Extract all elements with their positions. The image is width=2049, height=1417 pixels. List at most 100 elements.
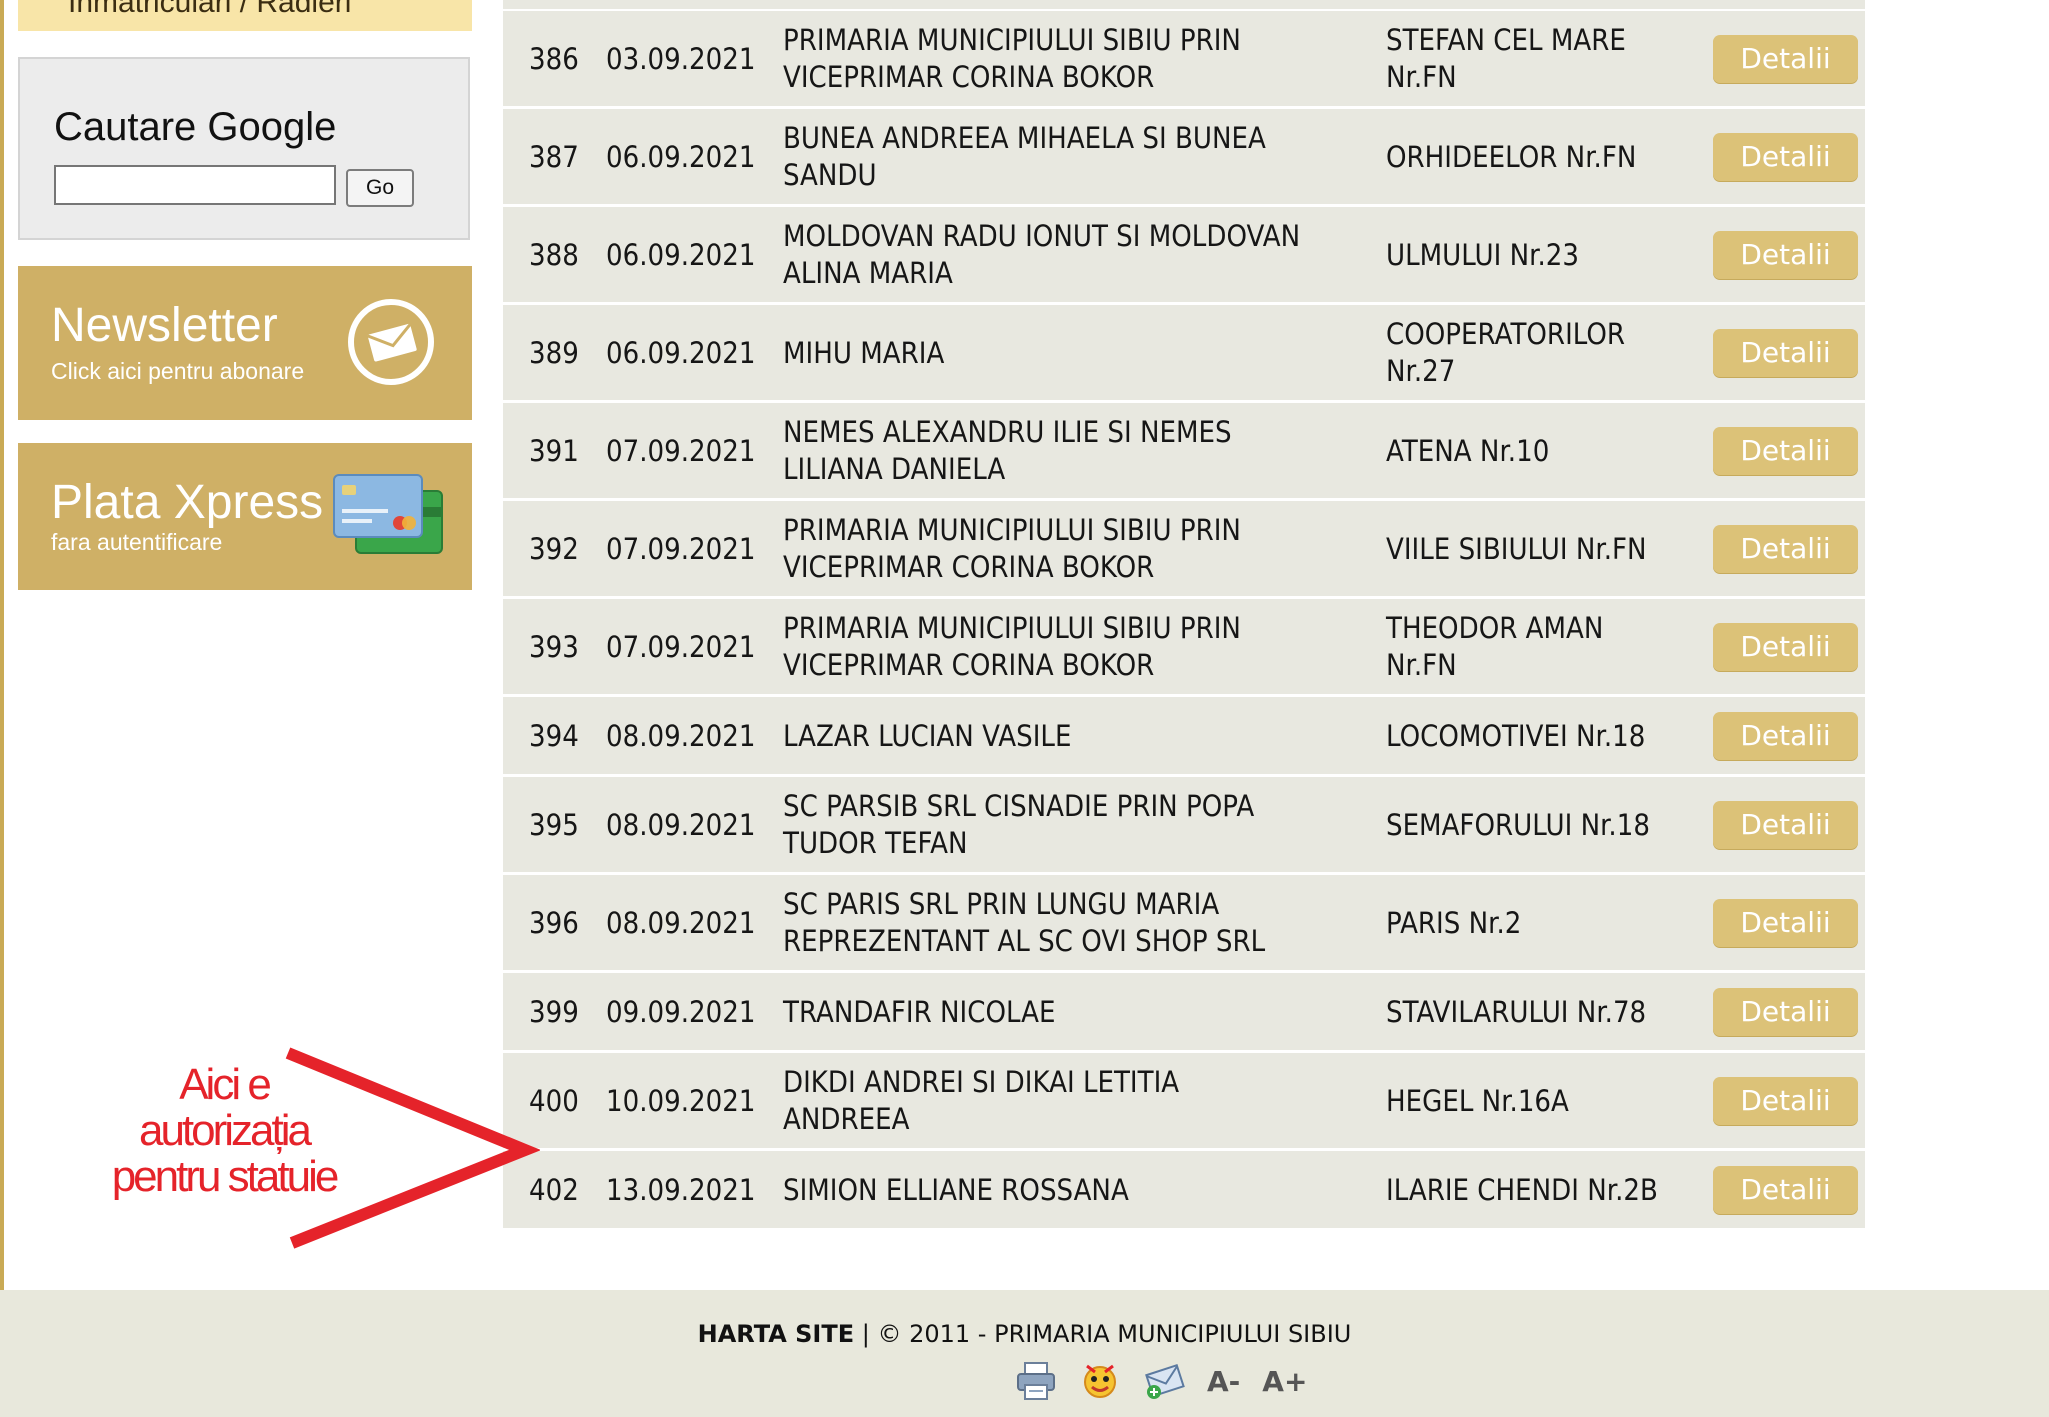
detalii-button[interactable]: Detalii [1713, 1165, 1858, 1214]
row-applicant: REPREZENTANT AL SC OVI SHOP SRL [783, 923, 1266, 958]
sidebar-item-label: Inmatriculari / Radieri [68, 0, 352, 19]
row-address: ORHIDEELOR Nr.FN [1386, 139, 1637, 174]
detalii-button[interactable]: Detalii [1713, 524, 1858, 573]
font-smaller-button[interactable]: A- [1207, 1365, 1240, 1398]
google-search-title: Cautare Google [54, 105, 337, 149]
row-number: 389 [529, 335, 579, 370]
copyright-text: | © 2011 - PRIMARIA MUNICIPIULUI SIBIU [861, 1320, 1352, 1348]
row-number: 399 [529, 994, 579, 1029]
newsletter-title: Newsletter [51, 299, 278, 352]
plata-subtitle: fara autentificare [51, 529, 223, 555]
print-icon[interactable] [1015, 1360, 1057, 1402]
footer: HARTA SITE | © 2011 - PRIMARIA MUNICIPIU… [0, 1290, 2049, 1417]
row-date: 10.09.2021 [606, 1083, 756, 1118]
detalii-button[interactable]: Detalii [1713, 622, 1858, 671]
row-applicant: BUNEA ANDREEA MIHAELA SI BUNEA [783, 120, 1266, 155]
row-date: 13.09.2021 [606, 1172, 756, 1207]
detalii-button[interactable]: Detalii [1713, 132, 1858, 181]
row-applicant: SIMION ELLIANE ROSSANA [783, 1172, 1129, 1207]
row-date: 06.09.2021 [606, 237, 756, 272]
row-address: ULMULUI Nr.23 [1386, 237, 1579, 272]
row-address: Nr.FN [1386, 59, 1457, 94]
row-number: 396 [529, 905, 579, 940]
row-date: 09.09.2021 [606, 994, 756, 1029]
row-applicant: MOLDOVAN RADU IONUT SI MOLDOVAN [783, 218, 1301, 253]
annotation-arrow-icon [285, 1047, 540, 1249]
row-applicant: DIKDI ANDREI SI DIKAI LETITIA [783, 1064, 1180, 1099]
newsletter-banner[interactable]: Newsletter Click aici pentru abonare [18, 266, 472, 420]
row-applicant: VICEPRIMAR CORINA BOKOR [783, 647, 1155, 682]
row-applicant: VICEPRIMAR CORINA BOKOR [783, 59, 1155, 94]
table-row: 396 08.09.2021 SC PARIS SRL PRIN LUNGU MAR… [503, 875, 1865, 970]
row-date: 06.09.2021 [606, 335, 756, 370]
detalii-button[interactable]: Detalii [1713, 987, 1858, 1036]
row-address: COOPERATORILOR [1386, 316, 1626, 351]
table-row: 392 07.09.2021 PRIMARIA MUNICIPIULUI SIBIU… [503, 501, 1865, 596]
footer-text: HARTA SITE | © 2011 - PRIMARIA MUNICIPIU… [0, 1320, 2049, 1348]
table-row: 386 03.09.2021 PRIMARIA MUNICIPIULUI SIBIU… [503, 11, 1865, 106]
row-date: 08.09.2021 [606, 718, 756, 753]
row-number: 391 [529, 433, 579, 468]
table-row: 399 09.09.2021 TRANDAFIR NICOLAE STAVILARUL… [503, 973, 1865, 1050]
detalii-button[interactable]: Detalii [1713, 230, 1858, 279]
row-applicant: TRANDAFIR NICOLAE [783, 994, 1056, 1029]
table-row: 394 08.09.2021 LAZAR LUCIAN VASILE LOCOMOTI… [503, 697, 1865, 774]
row-address: SEMAFORULUI Nr.18 [1386, 807, 1650, 842]
detalii-button[interactable]: Detalii [1713, 34, 1858, 83]
row-applicant: PRIMARIA MUNICIPIULUI SIBIU PRIN [783, 512, 1241, 547]
row-applicant: MIHU MARIA [783, 335, 945, 370]
row-number: 394 [529, 718, 579, 753]
row-number: 393 [529, 629, 579, 664]
row-applicant: VICEPRIMAR CORINA BOKOR [783, 549, 1155, 584]
row-date: 07.09.2021 [606, 531, 756, 566]
autorizatii-table: 386 03.09.2021 PRIMARIA MUNICIPIULUI SIBIU… [503, 0, 1865, 1228]
plata-title: Plata Xpress [51, 476, 324, 529]
row-number: 387 [529, 139, 579, 174]
plata-xpress-banner[interactable]: Plata Xpress fara autentificare [18, 443, 472, 590]
detalii-button[interactable]: Detalii [1713, 800, 1858, 849]
sidebar-item-inmatriculari[interactable]: Inmatriculari / Radieri [18, 0, 472, 31]
table-row: 395 08.09.2021 SC PARSIB SRL CISNADIE PRIN… [503, 777, 1865, 872]
row-applicant: SANDU [783, 157, 877, 192]
detalii-button[interactable]: Detalii [1713, 898, 1858, 947]
envelope-icon [348, 299, 434, 385]
table-row: 393 07.09.2021 PRIMARIA MUNICIPIULUI SIBIU… [503, 599, 1865, 694]
table-row: 387 06.09.2021 BUNEA ANDREEA MIHAELA SI BU… [503, 109, 1865, 204]
email-icon[interactable] [1143, 1360, 1185, 1402]
row-date: 07.09.2021 [606, 433, 756, 468]
row-address: LOCOMOTIVEI Nr.18 [1386, 718, 1646, 753]
font-larger-button[interactable]: A+ [1262, 1365, 1307, 1398]
sitemap-link[interactable]: HARTA SITE [698, 1320, 854, 1348]
table-row: 391 07.09.2021 NEMES ALEXANDRU ILIE SI NEM… [503, 403, 1865, 498]
row-applicant: LILIANA DANIELA [783, 451, 1006, 486]
detalii-button[interactable]: Detalii [1713, 426, 1858, 475]
row-address: STAVILARULUI Nr.78 [1386, 994, 1647, 1029]
row-date: 08.09.2021 [606, 905, 756, 940]
detalii-button[interactable]: Detalii [1713, 328, 1858, 377]
search-input[interactable] [54, 165, 336, 205]
row-applicant: PRIMARIA MUNICIPIULUI SIBIU PRIN [783, 22, 1241, 57]
row-address: ILARIE CHENDI Nr.2B [1386, 1172, 1658, 1207]
left-border [0, 0, 4, 1290]
detalii-button[interactable]: Detalii [1713, 711, 1858, 760]
row-date: 08.09.2021 [606, 807, 756, 842]
table-row: 402 13.09.2021 SIMION ELLIANE ROSSANA ILARI… [503, 1151, 1865, 1228]
row-date: 07.09.2021 [606, 629, 756, 664]
row-number: 386 [529, 41, 579, 76]
row-date: 06.09.2021 [606, 139, 756, 174]
row-date: 03.09.2021 [606, 41, 756, 76]
row-address: Nr.FN [1386, 647, 1457, 682]
row-applicant: SC PARIS SRL PRIN LUNGU MARIA [783, 886, 1220, 921]
detalii-button[interactable]: Detalii [1713, 1076, 1858, 1125]
row-address: Nr.27 [1386, 353, 1456, 388]
row-applicant: NEMES ALEXANDRU ILIE SI NEMES [783, 414, 1232, 449]
footer-tools: A- A+ [1015, 1360, 1307, 1402]
row-applicant: LAZAR LUCIAN VASILE [783, 718, 1072, 753]
row-address: PARIS Nr.2 [1386, 905, 1522, 940]
bookmark-icon[interactable] [1079, 1360, 1121, 1402]
credit-cards-icon [333, 474, 443, 554]
row-address: ATENA Nr.10 [1386, 433, 1550, 468]
go-button[interactable]: Go [346, 169, 414, 207]
row-address: VIILE SIBIULUI Nr.FN [1386, 531, 1647, 566]
row-number: 392 [529, 531, 579, 566]
